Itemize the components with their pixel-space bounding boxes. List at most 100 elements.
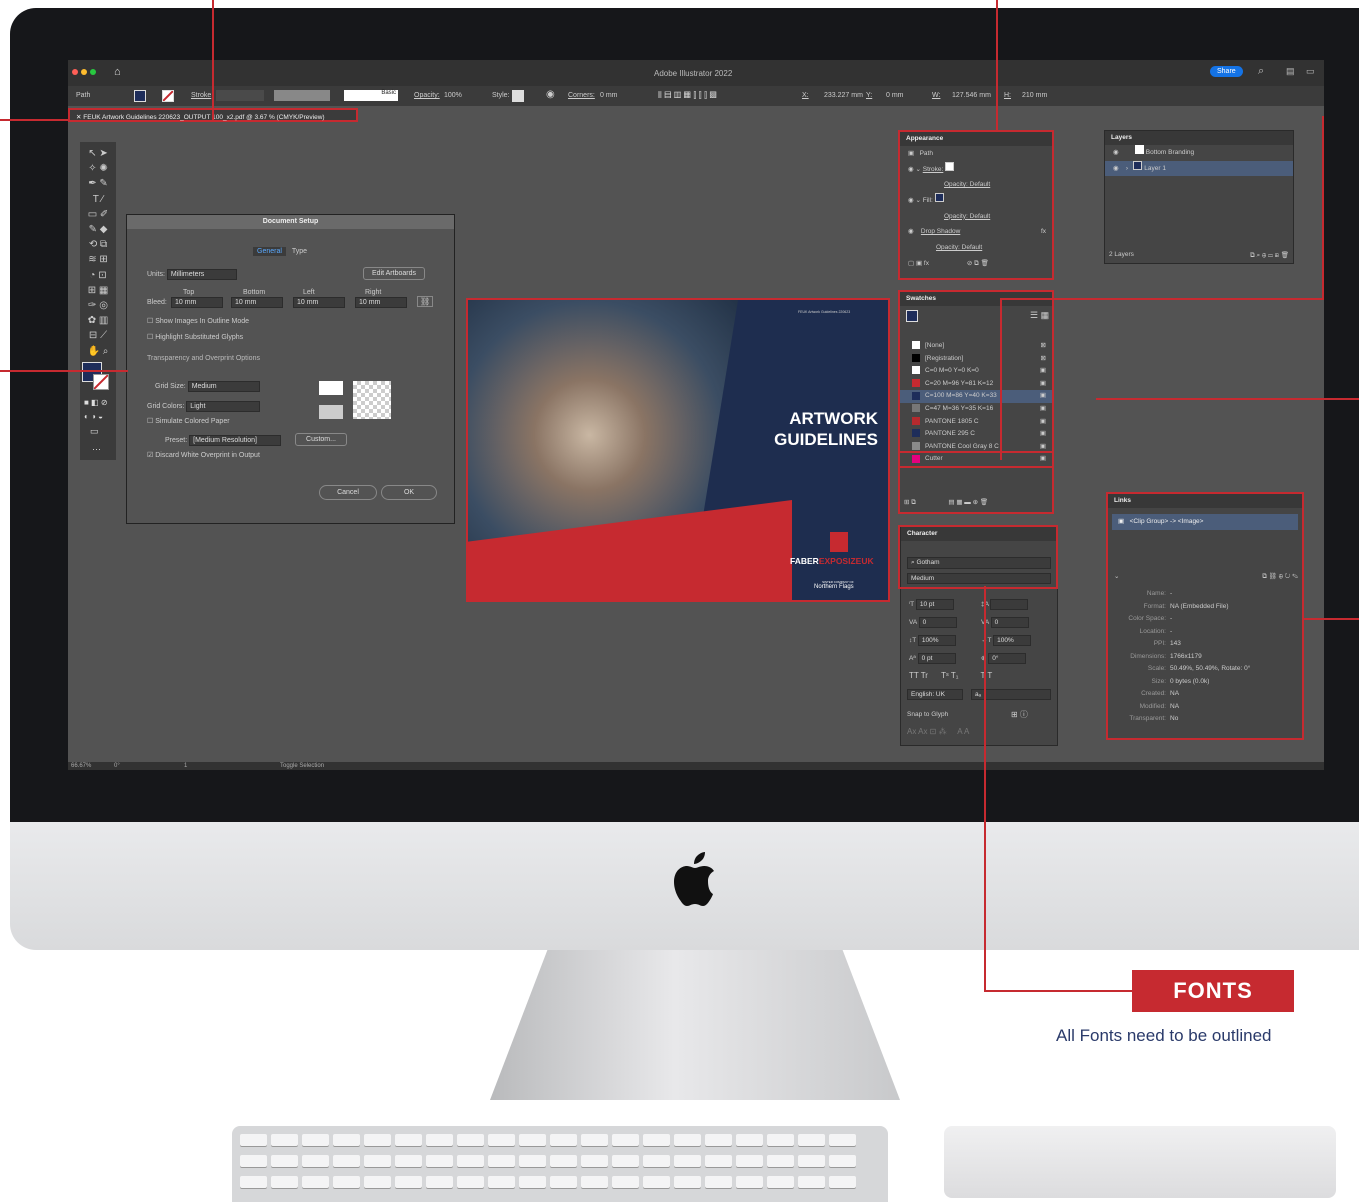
language-select[interactable]: English: UK (907, 689, 963, 700)
swatch-item[interactable]: C=20 M=96 Y=81 K=12 ▣ (900, 378, 1052, 391)
swatch-item[interactable]: [None] ⊠ (900, 340, 1052, 353)
bleed-bottom-field[interactable]: 10 mm (231, 297, 283, 308)
symbol-sprayer-tool-icon[interactable]: ✿ ▥ (80, 313, 116, 328)
swatch-item[interactable]: PANTONE Cool Gray 8 C ▣ (900, 441, 1052, 454)
layer-item[interactable]: Layer 1 (1144, 165, 1166, 172)
appearance-opacity-2[interactable]: Opacity: Default (944, 213, 990, 220)
magic-wand-tool-icon[interactable]: ✧ ✺ (80, 161, 116, 176)
stroke-weight-field[interactable] (216, 90, 264, 101)
w-value[interactable]: 127.546 mm (952, 92, 991, 99)
tracking-field[interactable]: 0 (990, 617, 1029, 628)
search-icon[interactable]: ⌕ (1258, 65, 1264, 78)
eye-icon[interactable]: ◉ (908, 228, 914, 235)
swatches-footer-icons[interactable]: ⊞ ⧉ ▤ ▦ ▬ ⊕ 🗑 (904, 498, 1050, 507)
workspace-icon[interactable]: ▭ (1306, 66, 1315, 77)
swatch-item[interactable]: Cutter ▣ (898, 451, 1054, 468)
zoom-window-button[interactable] (90, 69, 96, 75)
appearance-opacity-1[interactable]: Opacity: Default (944, 181, 990, 188)
shape-builder-tool-icon[interactable]: ◔ ⊡ (80, 268, 116, 283)
custom-button[interactable]: Custom... (295, 433, 347, 446)
snap-options-icons[interactable]: Ax Ax ⊡ ⁂ A A (907, 727, 969, 736)
bleed-left-field[interactable]: 10 mm (293, 297, 345, 308)
color-mode-icons[interactable]: ■ ◧ ⊘ (84, 398, 108, 407)
opacity-value[interactable]: 100% (444, 92, 462, 99)
rotate-tool-icon[interactable]: ⟲ ⧉ (80, 237, 116, 252)
appearance-footer-icons[interactable]: ▢ ▣ fx ⊘ ⧉ 🗑 (900, 256, 1052, 272)
status-toggle-selection[interactable]: Toggle Selection (280, 763, 324, 769)
baseline-shift-field[interactable]: 0 pt (917, 653, 956, 664)
fill-swatch[interactable] (134, 90, 146, 102)
stroke-color-chip[interactable] (945, 161, 955, 171)
h-value[interactable]: 210 mm (1022, 92, 1047, 99)
horizontal-scale-field[interactable]: 100% (993, 635, 1032, 646)
edit-artboards-button[interactable]: Edit Artboards (363, 267, 425, 280)
stroke-label[interactable]: Stroke (191, 92, 211, 99)
font-style-field[interactable]: Medium (907, 573, 1051, 584)
cancel-button[interactable]: Cancel (319, 485, 377, 500)
warp-tool-icon[interactable]: ≋ ⊞ (80, 252, 116, 267)
kerning-field[interactable]: 0 (918, 617, 957, 628)
bleed-right-field[interactable]: 10 mm (355, 297, 407, 308)
edit-toolbar-icon[interactable]: ··· (92, 444, 101, 454)
tab-type[interactable]: Type (288, 247, 311, 256)
grid-size-select[interactable]: Medium (187, 381, 260, 392)
swatch-item[interactable]: [Registration] ⊠ (900, 353, 1052, 366)
artboard[interactable]: FEUK Artwork Guidelines 220623 ARTWORK G… (466, 298, 890, 602)
discard-white-checkbox[interactable]: ☑ (147, 452, 153, 459)
swatch-item[interactable]: PANTONE 295 C ▣ (900, 428, 1052, 441)
close-window-button[interactable] (72, 69, 78, 75)
layer-item[interactable]: Bottom Branding (1146, 149, 1194, 156)
corners-label[interactable]: Corners: (568, 92, 595, 99)
variable-width-profile[interactable] (274, 90, 330, 101)
font-size-field[interactable]: 10 pt (915, 599, 954, 610)
link-bleed-icon[interactable]: ⛓ (417, 296, 434, 307)
align-icons[interactable]: ⫴ ▤ ▥ ▦ ⫿ ⫿ ⫿ ▩ (658, 90, 717, 101)
eyedropper-tool-icon[interactable]: ✑ ◎ (80, 298, 116, 313)
minimize-window-button[interactable] (81, 69, 87, 75)
links-toolbar[interactable]: ⌄ ⧉ ⛓ ⊕ ↻ ✎ (1114, 572, 1298, 581)
screen-mode-icon[interactable]: ▭ (90, 426, 99, 437)
preset-select[interactable]: [Medium Resolution] (189, 435, 282, 446)
y-value[interactable]: 0 mm (886, 92, 904, 99)
draw-mode-icons[interactable]: ◐ ◑ ◒ (84, 412, 103, 421)
grid-colors-select[interactable]: Light (186, 401, 261, 412)
graphic-style-swatch[interactable] (512, 90, 524, 102)
appearance-drop-shadow[interactable]: Drop Shadow (921, 228, 960, 235)
opacity-label[interactable]: Opacity: (414, 92, 440, 99)
eye-icon[interactable]: ◉ (908, 197, 914, 204)
swatch-fill-preview[interactable] (906, 310, 918, 322)
rectangle-tool-icon[interactable]: ▭ ✐ (80, 207, 116, 222)
eye-icon[interactable]: ◉ (908, 166, 914, 173)
link-item[interactable]: ▣ <Clip Group> -> <Image> (1112, 514, 1298, 530)
recolor-artwork-icon[interactable]: ◉ (546, 89, 555, 100)
eye-icon[interactable]: ◉ (1113, 165, 1119, 172)
outline-mode-checkbox[interactable]: ☐ (147, 318, 153, 325)
mesh-tool-icon[interactable]: ⊞ ▦ (80, 283, 116, 298)
home-icon[interactable]: ⌂ (114, 66, 121, 78)
swatch-item[interactable]: C=47 M=36 Y=35 K=16 ▣ (900, 403, 1052, 416)
text-style-buttons[interactable]: TT Tr Tˢ T₁ T T (909, 671, 992, 680)
swatch-item[interactable]: C=100 M=86 Y=40 K=33 ▣ (900, 390, 1052, 403)
shaper-tool-icon[interactable]: ✎ ◆ (80, 222, 116, 237)
selection-tool-icon[interactable]: ↖ ➤ (80, 146, 116, 161)
leading-field[interactable] (990, 599, 1029, 610)
arrange-documents-icon[interactable]: ▤ (1286, 66, 1295, 77)
font-family-field[interactable]: ⌕ Gotham (907, 557, 1051, 569)
eye-icon[interactable]: ◉ (1113, 149, 1119, 156)
rotation-value[interactable]: 0° (114, 763, 120, 769)
toolbox-stroke-swatch[interactable] (93, 374, 109, 390)
stroke-swatch[interactable] (162, 90, 174, 102)
appearance-stroke[interactable]: Stroke: (923, 166, 944, 173)
character-rotation-field[interactable]: 0° (988, 653, 1027, 664)
share-button[interactable]: Share (1210, 66, 1243, 77)
units-select[interactable]: Millimeters (166, 269, 237, 280)
anti-aliasing-select[interactable]: aₐ (971, 689, 1051, 700)
pen-tool-icon[interactable]: ✒ ✎ (80, 176, 116, 191)
fx-icon[interactable]: fx (1041, 224, 1052, 240)
swatch-item[interactable]: C=0 M=0 Y=0 K=0 ▣ (900, 365, 1052, 378)
layers-footer-icons[interactable]: ⧉ ⌕ ⊕ ▭ ⊞ 🗑 (1250, 251, 1289, 260)
fill-color-chip[interactable] (934, 193, 944, 203)
brush-definition[interactable]: Basic (344, 90, 398, 101)
zoom-level[interactable]: 66.67% (71, 763, 91, 769)
ok-button[interactable]: OK (381, 485, 437, 500)
